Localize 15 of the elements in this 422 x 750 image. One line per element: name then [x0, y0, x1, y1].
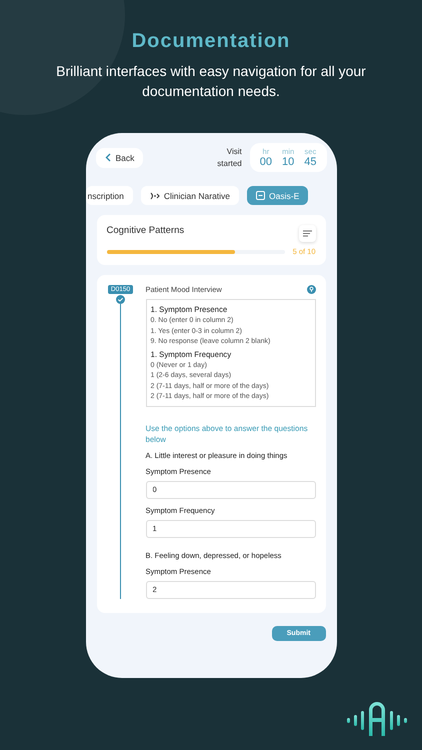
timer-value: 45 [304, 156, 316, 168]
hero-subtitle: Brilliant interfaces with easy navigation for all your documentation needs. [55, 62, 367, 101]
filter-icon [302, 230, 312, 237]
chevron-left-icon [104, 153, 110, 162]
visit-label: Visit started [216, 146, 242, 170]
hero-title: Documentation [132, 30, 290, 53]
narrative-icon [150, 192, 160, 200]
document-icon [256, 191, 266, 200]
filter-button[interactable] [298, 225, 316, 242]
tab[interactable]: nscription [86, 186, 133, 205]
section-title: Cognitive Patterns [106, 225, 184, 236]
timer-value: 10 [282, 156, 294, 168]
timer-value: 00 [260, 156, 272, 168]
back-button[interactable]: Back [96, 148, 144, 168]
tab[interactable]: Clinician Narative [140, 186, 240, 205]
